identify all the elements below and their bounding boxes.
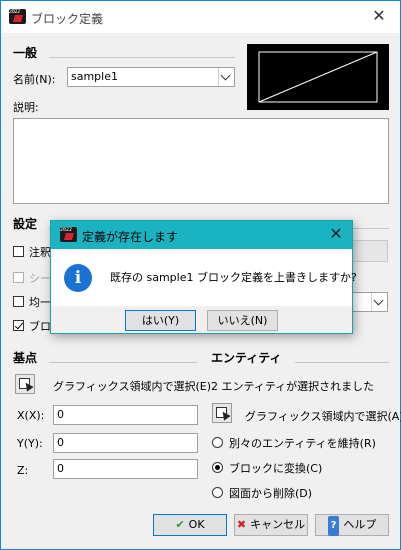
app-logo-icon: 2022 <box>9 9 26 24</box>
yes-button[interactable]: はい(Y) <box>125 310 196 331</box>
chevron-down-icon[interactable] <box>218 68 234 86</box>
modal-close-icon[interactable]: ✕ <box>326 224 346 243</box>
description-field[interactable] <box>13 118 389 204</box>
x-field[interactable]: 0 <box>53 405 198 425</box>
radio-convert-label: ブロックに変換(C) <box>229 462 323 475</box>
modal-message: 既存の sample1 ブロック定義を上書きしますか? <box>110 271 357 284</box>
modal-body: i 既存の sample1 ブロック定義を上書きしますか? はい(Y) いいえ(… <box>51 249 357 333</box>
entities-pick-button[interactable] <box>212 403 232 423</box>
description-label: 説明: <box>13 101 39 114</box>
radio-delete-label: 図面から削除(D) <box>229 487 313 500</box>
modal-footer: はい(Y) いいえ(N) <box>51 306 352 333</box>
check-icon: ✔ <box>175 518 185 531</box>
overwrite-confirm-dialog: 2022 定義が存在します ✕ i 既存の sample1 ブロック定義を上書き… <box>50 220 357 334</box>
settings-label-2: シー <box>29 272 51 285</box>
block-preview <box>247 44 389 110</box>
general-divider <box>49 57 235 58</box>
base-point-pick-label: グラフィックス領域内で選択(E) <box>53 380 211 393</box>
entities-pick-label: グラフィックス領域内で選択(A) <box>245 410 401 423</box>
entities-divider <box>295 362 389 363</box>
modal-title: 定義が存在します <box>82 230 179 244</box>
chevron-down-icon[interactable] <box>371 293 387 311</box>
settings-section-title: 設定 <box>13 217 38 231</box>
block-definition-dialog: 2022 ブロック定義 ✕ 一般 名前(N): sample1 説明: 設定 注… <box>0 0 401 550</box>
app-logo-icon: 2022 <box>60 227 77 242</box>
close-icon[interactable]: ✕ <box>368 6 390 25</box>
settings-checkbox-3[interactable] <box>13 296 24 307</box>
settings-checkbox-1[interactable] <box>13 246 24 257</box>
settings-label-4: ブロ <box>29 320 51 333</box>
name-combobox[interactable]: sample1 <box>67 67 235 87</box>
info-icon: i <box>64 264 92 292</box>
settings-checkbox-4[interactable] <box>13 320 24 331</box>
settings-checkbox-2[interactable] <box>13 272 24 283</box>
y-label: Y(Y): <box>17 437 43 450</box>
radio-convert[interactable] <box>212 462 223 473</box>
general-section-title: 一般 <box>13 46 38 60</box>
title-bar: 2022 ブロック定義 ✕ <box>1 1 400 33</box>
radio-delete[interactable] <box>212 487 223 498</box>
name-label: 名前(N): <box>13 73 56 86</box>
cancel-button[interactable]: ✖ キャンセル <box>234 514 308 536</box>
radio-retain-label: 別々のエンティティを維持(R) <box>229 437 376 450</box>
radio-retain[interactable] <box>212 437 223 448</box>
cancel-x-icon: ✖ <box>236 518 247 531</box>
no-button[interactable]: いいえ(N) <box>207 310 278 331</box>
help-button[interactable]: ? ヘルプ <box>315 514 389 536</box>
settings-label-1: 注釈 <box>29 246 51 259</box>
z-field[interactable]: 0 <box>53 459 198 479</box>
x-label: X(X): <box>17 409 45 422</box>
help-label: ヘルプ <box>343 518 377 531</box>
entities-status: 2 エンティティが選択されました <box>211 380 375 393</box>
ok-label: OK <box>188 518 205 531</box>
base-point-section-title: 基点 <box>13 351 38 365</box>
help-icon: ? <box>327 516 340 536</box>
cancel-label: キャンセル <box>250 518 306 531</box>
modal-title-bar: 2022 定義が存在します ✕ <box>51 221 352 249</box>
y-field[interactable]: 0 <box>53 433 198 453</box>
settings-label-3: 均一 <box>29 296 51 309</box>
ok-button[interactable]: ✔ OK <box>153 514 227 536</box>
base-point-divider <box>49 362 197 363</box>
z-label: Z: <box>17 464 29 477</box>
name-value: sample1 <box>71 70 118 83</box>
entities-section-title: エンティティ <box>211 351 282 365</box>
window-title: ブロック定義 <box>31 12 104 26</box>
base-point-pick-button[interactable] <box>15 374 35 394</box>
